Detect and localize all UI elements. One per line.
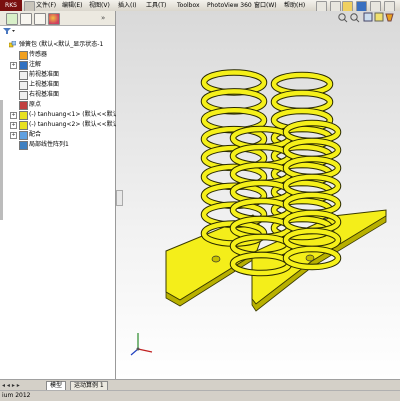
app-logo: RKS	[0, 0, 22, 11]
tree-item-label: 原点	[29, 101, 42, 108]
menu-photoview[interactable]: PhotoView 360	[207, 1, 252, 10]
part-icon	[19, 111, 28, 120]
menu-insert[interactable]: 插入(I)	[118, 1, 136, 10]
part-icon	[19, 121, 28, 130]
menu-help[interactable]: 帮助(H)	[284, 1, 305, 10]
tree-item-label: 右视基准面	[29, 91, 60, 98]
plane-icon	[19, 71, 28, 80]
sensor-icon	[19, 51, 28, 60]
panel-expand-icon[interactable]: »	[101, 14, 109, 22]
panel-tabs: »	[0, 11, 115, 26]
filter-icon[interactable]	[2, 27, 16, 35]
menu-file[interactable]: 文件(F)	[36, 1, 56, 10]
tree-item-label: 局部线性阵列1	[29, 141, 69, 148]
expand-icon[interactable]: +	[10, 122, 17, 129]
tree-root-label: 弹簧包 (默认<默认_显示状态-1	[19, 41, 104, 48]
assembly-icon	[9, 41, 16, 48]
plane-icon	[19, 81, 28, 90]
menu-window[interactable]: 窗口(W)	[254, 1, 277, 10]
status-text: ium 2012	[2, 392, 31, 399]
left-edge-strip	[0, 100, 3, 220]
expand-icon[interactable]: +	[10, 62, 17, 69]
spring-assembly-model	[130, 69, 387, 356]
tree-item-label: 配合	[29, 131, 42, 138]
menu-toolbox[interactable]: Toolbox	[177, 1, 200, 10]
tree-item-label: 注解	[29, 61, 42, 68]
tree-item-label: 前视基准面	[29, 71, 60, 78]
property-manager-tab-icon[interactable]	[20, 13, 32, 25]
expand-icon[interactable]: +	[10, 112, 17, 119]
menu-tools[interactable]: 工具(T)	[146, 1, 166, 10]
expand-icon[interactable]: +	[10, 132, 17, 139]
panel-collapse-handle[interactable]	[116, 190, 123, 206]
graphics-viewport[interactable]	[116, 11, 400, 379]
plane-icon	[19, 91, 28, 100]
origin-icon	[19, 101, 28, 110]
annotation-icon	[19, 61, 28, 70]
feature-manager-panel: » 弹簧包 (默认<默认_显示状态-1 传感器 + 注解前视基准面上视基准面右视基准…	[0, 11, 133, 390]
coordinate-triad	[130, 333, 153, 356]
pattern-icon	[19, 141, 28, 150]
feature-tree-tab-icon[interactable]	[6, 13, 18, 25]
menu-view[interactable]: 视图(V)	[89, 1, 110, 10]
menu-edit[interactable]: 编辑(E)	[62, 1, 82, 10]
mates-icon	[19, 131, 28, 140]
tree-item-label: 上视基准面	[29, 81, 60, 88]
configuration-manager-tab-icon[interactable]	[34, 13, 46, 25]
status-bar: ium 2012	[0, 390, 400, 401]
tree-item-label: 传感器	[29, 51, 48, 58]
display-manager-tab-icon[interactable]	[48, 13, 60, 25]
tab-scroll-arrows[interactable]: ◂ ◂ ▸ ▸	[2, 381, 38, 389]
